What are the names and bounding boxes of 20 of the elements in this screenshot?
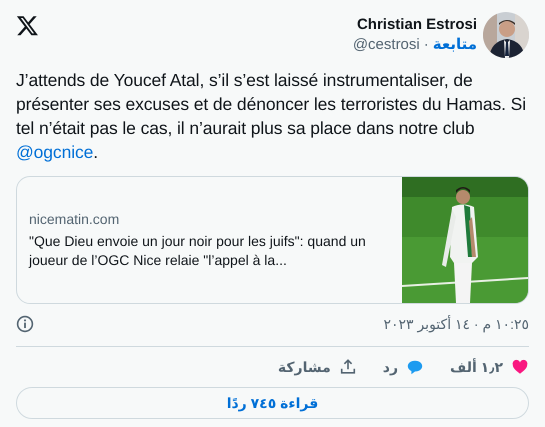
separator-dot: · bbox=[424, 35, 429, 55]
share-icon bbox=[338, 358, 357, 376]
heart-icon bbox=[511, 358, 529, 376]
like-button[interactable]: ١٫٢ ألف bbox=[450, 358, 529, 376]
link-card[interactable]: nicematin.com "Que Dieu envoie un jour noir pour les juifs": quand un joueur de l’OGC Nice relaie "l’appel à la... bbox=[16, 176, 529, 304]
read-replies-button[interactable]: قراءة ٧٤٥ ردًا bbox=[16, 387, 529, 419]
author-name[interactable]: Christian Estrosi bbox=[356, 15, 477, 35]
tweet-text: J’attends de Youcef Atal, s’il s’est laissé instrumentaliser, de présenter ses excuses et de dénoncer les terroristes du Hamas. Si tel n’était pas le cas, il n’aurait plus sa place dans notre club @ogcnice. bbox=[16, 69, 527, 164]
reply-button[interactable]: رد bbox=[382, 358, 424, 376]
info-icon[interactable] bbox=[16, 315, 34, 333]
author-handle[interactable]: @cestrosi bbox=[352, 35, 420, 55]
card-domain: nicematin.com bbox=[29, 210, 120, 229]
avatar[interactable] bbox=[483, 12, 529, 58]
follow-link[interactable]: متابعة bbox=[432, 35, 477, 55]
share-button[interactable]: مشاركة bbox=[278, 358, 357, 376]
x-logo-icon[interactable] bbox=[16, 14, 39, 37]
speech-bubble-icon bbox=[406, 358, 424, 376]
mention-link[interactable]: @ogcnice bbox=[16, 142, 94, 162]
timestamp[interactable]: ١٠:٢٥ م · ١٤ أكتوبر ٢٠٢٣ bbox=[383, 316, 529, 332]
card-title: "Que Dieu envoie un jour noir pour les juifs": quand un joueur de l’OGC Nice relaie "l’appel à la... bbox=[29, 232, 367, 270]
